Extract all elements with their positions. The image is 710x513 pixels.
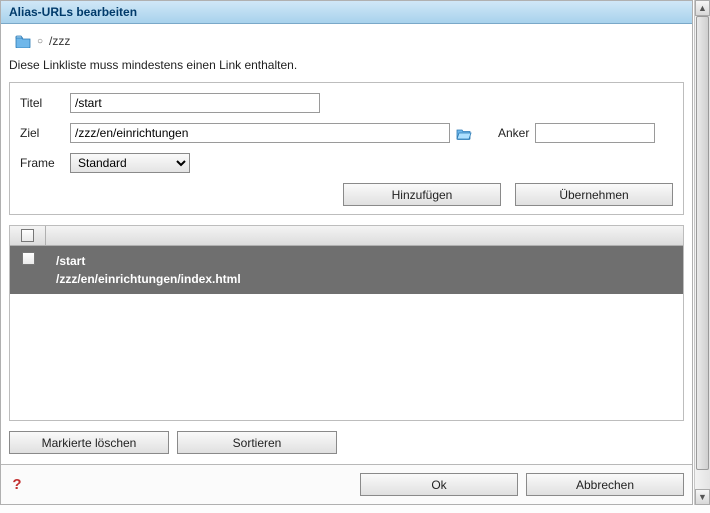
scroll-up-button[interactable]: ▲ bbox=[695, 0, 710, 16]
uebernehmen-button[interactable]: Übernehmen bbox=[515, 183, 673, 206]
dialog-footer: ? Ok Abbrechen bbox=[1, 464, 692, 504]
sort-button[interactable]: Sortieren bbox=[177, 431, 337, 454]
vertical-scrollbar[interactable]: ▲ ▼ bbox=[694, 0, 710, 505]
scroll-thumb[interactable] bbox=[696, 16, 709, 470]
list-actions: Markierte löschen Sortieren bbox=[1, 421, 692, 464]
validation-message: Diese Linkliste muss mindestens einen Li… bbox=[1, 54, 692, 82]
anker-input[interactable] bbox=[535, 123, 655, 143]
anker-label: Anker bbox=[498, 126, 529, 140]
header-spacer bbox=[46, 226, 683, 245]
folder-icon bbox=[15, 34, 31, 48]
scroll-down-button[interactable]: ▼ bbox=[695, 489, 710, 505]
ziel-input[interactable] bbox=[70, 123, 450, 143]
browse-button[interactable] bbox=[454, 124, 474, 142]
hinzufuegen-button[interactable]: Hinzufügen bbox=[343, 183, 501, 206]
row-checkbox[interactable] bbox=[22, 252, 35, 265]
titel-label: Titel bbox=[20, 96, 70, 110]
folder-open-icon bbox=[456, 126, 472, 140]
scroll-track[interactable] bbox=[695, 16, 710, 489]
dialog-body: ○ /zzz Diese Linkliste muss mindestens e… bbox=[1, 24, 692, 504]
dialog-title: Alias-URLs bearbeiten bbox=[9, 5, 137, 19]
ziel-label: Ziel bbox=[20, 126, 70, 140]
header-checkbox-cell[interactable] bbox=[10, 226, 46, 245]
delete-selected-button[interactable]: Markierte löschen bbox=[9, 431, 169, 454]
frame-label: Frame bbox=[20, 156, 70, 170]
list-body: /start /zzz/en/einrichtungen/index.html bbox=[10, 246, 683, 420]
breadcrumb-separator: ○ bbox=[37, 36, 43, 47]
select-all-checkbox[interactable] bbox=[21, 229, 34, 242]
dialog-title-bar: Alias-URLs bearbeiten bbox=[1, 1, 692, 24]
row-title: /start bbox=[56, 252, 673, 270]
ok-button[interactable]: Ok bbox=[360, 473, 518, 496]
list-item[interactable]: /start /zzz/en/einrichtungen/index.html bbox=[10, 246, 683, 294]
help-icon[interactable]: ? bbox=[9, 477, 25, 493]
breadcrumb-path: /zzz bbox=[49, 34, 70, 48]
titel-input[interactable] bbox=[70, 93, 320, 113]
link-list: /start /zzz/en/einrichtungen/index.html bbox=[9, 225, 684, 421]
breadcrumb: ○ /zzz bbox=[1, 24, 692, 54]
dialog-window: Alias-URLs bearbeiten ○ /zzz Diese Linkl… bbox=[0, 0, 693, 505]
list-header bbox=[10, 226, 683, 246]
frame-select[interactable]: Standard bbox=[70, 153, 190, 173]
row-path: /zzz/en/einrichtungen/index.html bbox=[56, 270, 673, 288]
form-box: Titel Ziel Anker Frame bbox=[9, 82, 684, 215]
cancel-button[interactable]: Abbrechen bbox=[526, 473, 684, 496]
